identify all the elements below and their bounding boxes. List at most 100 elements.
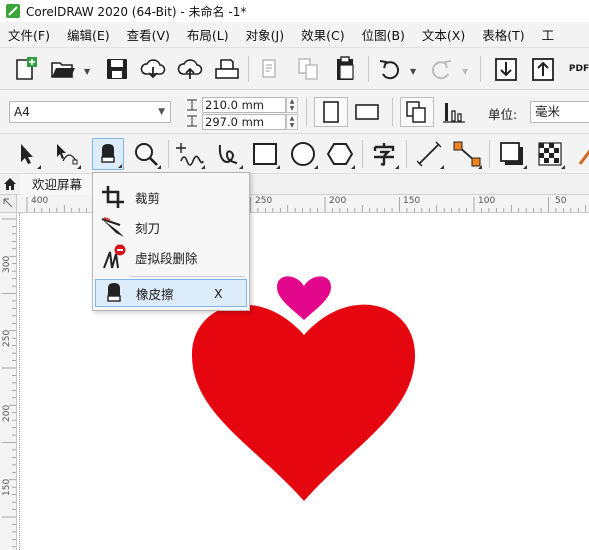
flyout-item-crop[interactable]: 裁剪 [95, 183, 247, 211]
line-tool-icon [416, 141, 442, 167]
tab-welcome-screen[interactable]: 欢迎屏幕 [20, 174, 94, 195]
save-button[interactable] [102, 54, 132, 84]
menu-view[interactable]: 查看(V) [119, 25, 179, 44]
ruler-origin-icon [3, 198, 13, 208]
ruler-label: 200 [329, 196, 347, 206]
vertical-ruler[interactable]: 300 250 200 150 [0, 213, 17, 550]
current-page-button[interactable] [437, 97, 471, 127]
height-stepper[interactable]: ▲ ▼ [286, 114, 298, 130]
menu-effects[interactable]: 效果(C) [293, 25, 353, 44]
pick-tool[interactable] [10, 138, 42, 170]
flyout-indicator [239, 165, 243, 169]
window-title: CorelDRAW 2020 (64-Bit) - 未命名 -1* [26, 4, 247, 19]
paste-style-button[interactable] [293, 54, 323, 84]
home-icon[interactable] [3, 177, 17, 191]
ellipse-tool[interactable] [287, 138, 319, 170]
text-tool[interactable] [368, 138, 400, 170]
ellipse-tool-icon [291, 142, 315, 166]
undo-button[interactable] [375, 54, 405, 84]
small-heart-shape[interactable] [277, 276, 331, 320]
dimension-tool[interactable] [413, 138, 445, 170]
menu-file[interactable]: 文件(F) [0, 25, 59, 44]
clipboard-button[interactable] [330, 54, 360, 84]
menu-object[interactable]: 对象(J) [238, 25, 293, 44]
bar-chart-icon [443, 103, 465, 123]
undo-icon [379, 60, 400, 80]
toolbar-divider [392, 98, 393, 126]
flyout-indicator [478, 165, 482, 169]
unit-select[interactable]: 毫米 [530, 101, 589, 123]
shape-tool[interactable] [50, 138, 82, 170]
artistic-media-icon [218, 144, 238, 164]
menu-table[interactable]: 表格(T) [474, 25, 533, 44]
page-height-input[interactable]: 297.0 mm [202, 114, 286, 130]
large-heart-shape[interactable] [192, 304, 415, 501]
ruler-label: 150 [403, 196, 421, 206]
paste-style-icon [298, 58, 318, 80]
freehand-tool-icon [176, 143, 204, 166]
ruler-label: 400 [31, 196, 49, 206]
rectangle-tool-icon [253, 143, 277, 165]
open-folder-icon [51, 62, 75, 78]
export-button[interactable] [528, 54, 558, 84]
chevron-down-icon[interactable]: ▼ [410, 67, 416, 76]
transparency-tool[interactable] [534, 138, 566, 170]
menu-bitmaps[interactable]: 位图(B) [354, 25, 414, 44]
chevron-down-icon: ▼ [158, 107, 165, 117]
text-tool-icon [373, 143, 395, 166]
flyout-indicator [77, 165, 81, 169]
import-button[interactable] [491, 54, 521, 84]
print-button[interactable] [212, 54, 242, 84]
eraser-tool-icon [101, 144, 115, 163]
menu-tools[interactable]: 工 [534, 25, 564, 44]
flyout-item-label: 橡皮擦 [136, 286, 174, 302]
portrait-button[interactable] [314, 97, 348, 127]
zoom-tool[interactable] [130, 138, 162, 170]
freehand-tool[interactable] [174, 138, 206, 170]
cloud-upload-icon [177, 59, 203, 79]
width-stepper[interactable]: ▲ ▼ [286, 97, 298, 113]
eraser-tool-flyout: 裁剪 刻刀 虚拟段删除 橡皮擦 X [92, 172, 250, 311]
cloud-upload-button[interactable] [175, 54, 205, 84]
chevron-down-icon[interactable]: ▼ [462, 67, 468, 76]
flyout-indicator [523, 165, 527, 169]
redo-button[interactable] [426, 54, 456, 84]
cloud-download-button[interactable] [138, 54, 168, 84]
flyout-indicator [118, 164, 122, 168]
portrait-icon [323, 101, 339, 123]
publish-pdf-button[interactable]: PDF [564, 54, 589, 84]
menu-text[interactable]: 文本(X) [414, 25, 474, 44]
flyout-item-eraser[interactable]: 橡皮擦 X [95, 279, 247, 307]
landscape-button[interactable] [350, 97, 384, 127]
chevron-down-icon[interactable]: ▼ [84, 67, 90, 76]
eraser-tool[interactable] [92, 138, 124, 170]
connector-tool[interactable] [451, 138, 483, 170]
ruler-label: 250 [2, 329, 12, 347]
copy-style-button[interactable] [255, 54, 285, 84]
landscape-icon [355, 104, 379, 120]
flyout-indicator [351, 165, 355, 169]
flyout-item-virtual-segment-delete[interactable]: 虚拟段删除 [95, 243, 247, 271]
menu-bar: 文件(F) 编辑(E) 查看(V) 布局(L) 对象(J) 效果(C) 位图(B… [0, 22, 589, 48]
all-pages-button[interactable] [400, 97, 434, 127]
page-width-input[interactable]: 210.0 mm [202, 97, 286, 113]
copy-style-icon [262, 59, 276, 78]
flyout-item-knife[interactable]: 刻刀 [95, 213, 247, 241]
flyout-item-label: 虚拟段删除 [135, 250, 198, 266]
eyedropper-tool[interactable] [572, 138, 589, 170]
pick-tool-icon [21, 144, 33, 164]
rectangle-tool[interactable] [249, 138, 281, 170]
width-icon [187, 99, 197, 111]
new-document-button[interactable] [10, 54, 40, 84]
artistic-media-tool[interactable] [212, 138, 244, 170]
page-size-select[interactable]: A4 ▼ [9, 101, 171, 123]
open-button[interactable] [48, 54, 78, 84]
ruler-label: 50 [555, 196, 567, 206]
menu-layout[interactable]: 布局(L) [179, 25, 238, 44]
page-size-value: A4 [14, 105, 30, 119]
toolbox-divider [489, 140, 490, 168]
menu-edit[interactable]: 编辑(E) [59, 25, 119, 44]
polygon-tool[interactable] [324, 138, 356, 170]
drop-shadow-tool[interactable] [496, 138, 528, 170]
ruler-origin[interactable] [0, 195, 17, 213]
